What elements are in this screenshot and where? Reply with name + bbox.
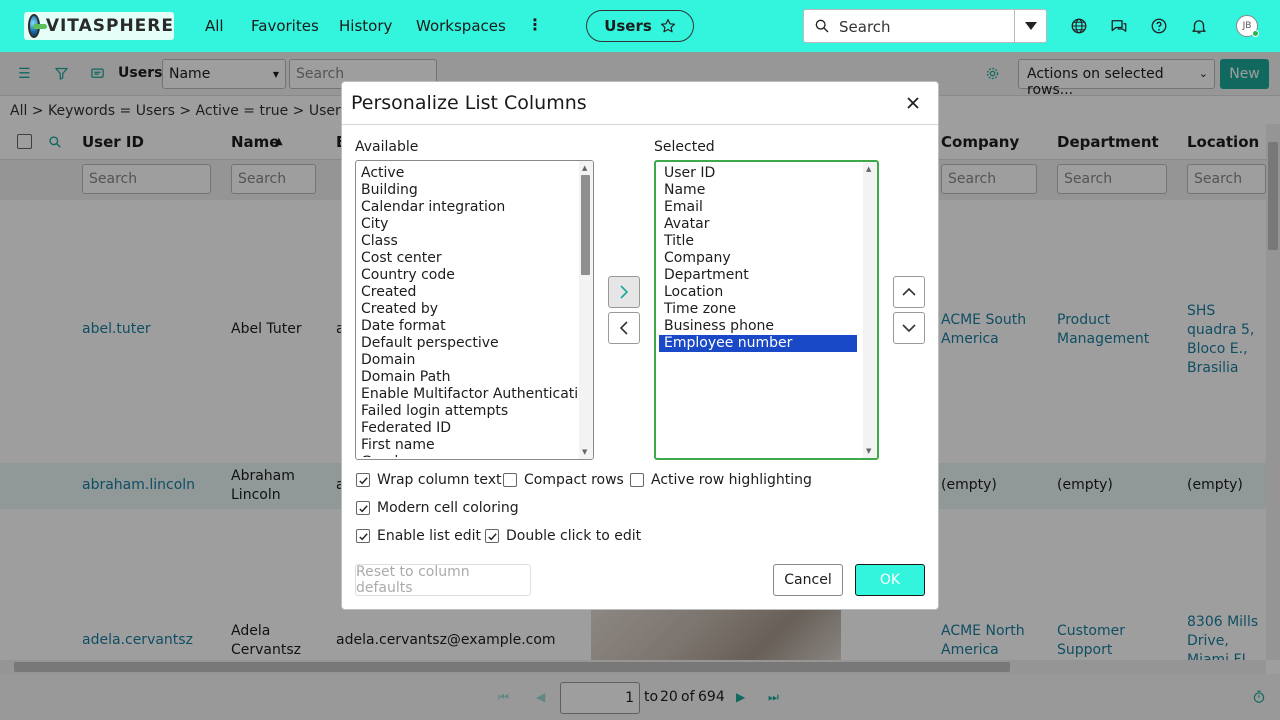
available-option[interactable]: Created by: [356, 301, 577, 318]
wrap-column-text-label[interactable]: Wrap column text: [377, 472, 502, 488]
selected-option[interactable]: Location: [659, 284, 861, 301]
selected-option[interactable]: User ID: [659, 165, 861, 182]
bell-icon[interactable]: [1190, 17, 1208, 35]
available-option[interactable]: Default perspective: [356, 335, 577, 352]
available-option[interactable]: Enable Multifactor Authentication: [356, 386, 593, 403]
compact-rows-checkbox[interactable]: [503, 473, 517, 487]
available-option[interactable]: Class: [356, 233, 577, 250]
available-list-scrollbar[interactable]: ▲ ▼: [579, 161, 593, 459]
chevron-left-icon: [619, 321, 628, 335]
avatar-initials: JB: [1242, 21, 1252, 31]
help-icon[interactable]: [1150, 17, 1168, 35]
global-search[interactable]: Search: [803, 9, 1047, 43]
active-row-highlighting-checkbox[interactable]: [630, 473, 644, 487]
available-columns-list[interactable]: Active Building Calendar integration City Cl…: [355, 160, 594, 460]
available-option[interactable]: Calendar integration: [356, 199, 577, 216]
search-scope-dropdown[interactable]: [1014, 10, 1046, 42]
selected-option[interactable]: Company: [659, 250, 861, 267]
available-option[interactable]: Gender: [356, 454, 577, 457]
available-label: Available: [355, 139, 419, 155]
selected-option[interactable]: Business phone: [659, 318, 861, 335]
nav-history[interactable]: History: [339, 17, 392, 35]
available-list-scroll-thumb[interactable]: [581, 175, 590, 275]
enable-list-edit-label[interactable]: Enable list edit: [377, 528, 481, 544]
available-option[interactable]: Country code: [356, 267, 577, 284]
active-row-highlighting-label[interactable]: Active row highlighting: [651, 472, 812, 488]
star-icon[interactable]: [660, 18, 676, 34]
selected-option[interactable]: Email: [659, 199, 861, 216]
checkmark-icon: [358, 532, 368, 540]
more-menu-icon[interactable]: ⋮: [527, 17, 543, 33]
available-option[interactable]: Failed login attempts: [356, 403, 577, 420]
scroll-down-icon[interactable]: ▼: [582, 448, 587, 456]
cancel-button[interactable]: Cancel: [773, 564, 843, 596]
dialog-title: Personalize List Columns: [351, 92, 587, 114]
selected-option[interactable]: Name: [659, 182, 861, 199]
available-option[interactable]: Building: [356, 182, 577, 199]
scroll-up-icon[interactable]: ▲: [582, 164, 587, 172]
move-right-button[interactable]: [608, 276, 640, 308]
nav-favorites[interactable]: Favorites: [251, 17, 319, 35]
available-option[interactable]: Active: [356, 165, 577, 182]
chevron-down-icon: [902, 324, 916, 333]
globe-icon[interactable]: [1070, 17, 1088, 35]
ok-button[interactable]: OK: [855, 564, 925, 596]
compact-rows-label[interactable]: Compact rows: [524, 472, 624, 488]
available-option[interactable]: Domain Path: [356, 369, 577, 386]
available-option[interactable]: Date format: [356, 318, 577, 335]
ok-label: OK: [879, 572, 901, 588]
scroll-up-icon[interactable]: ▲: [866, 165, 871, 173]
checkmark-icon: [358, 504, 368, 512]
modern-cell-coloring-label[interactable]: Modern cell coloring: [377, 500, 519, 516]
reset-defaults-button[interactable]: Reset to column defaults: [355, 564, 531, 596]
move-left-button[interactable]: [608, 312, 640, 344]
current-module-pill[interactable]: Users: [586, 10, 694, 42]
cancel-label: Cancel: [784, 572, 832, 588]
chevron-right-icon: [620, 285, 629, 299]
selected-option[interactable]: Time zone: [659, 301, 861, 318]
enable-list-edit-checkbox[interactable]: [356, 529, 370, 543]
selected-option[interactable]: Department: [659, 267, 861, 284]
move-up-button[interactable]: [893, 276, 925, 308]
chevron-up-icon: [902, 287, 916, 296]
double-click-to-edit-label[interactable]: Double click to edit: [506, 528, 641, 544]
available-option[interactable]: Domain: [356, 352, 577, 369]
modern-cell-coloring-checkbox[interactable]: [356, 501, 370, 515]
available-option[interactable]: City: [356, 216, 577, 233]
chat-icon[interactable]: [1110, 17, 1128, 35]
wrap-column-text-checkbox[interactable]: [356, 473, 370, 487]
checkmark-icon: [358, 476, 368, 484]
selected-columns-list[interactable]: User ID Name Email Avatar Title Company Depart…: [654, 160, 879, 460]
dialog-divider: [342, 124, 938, 125]
caret-down-icon: [1024, 22, 1037, 30]
selected-label: Selected: [654, 139, 715, 155]
brand-logo[interactable]: VITASPHERE: [24, 12, 174, 40]
reset-defaults-label: Reset to column defaults: [356, 564, 470, 596]
selected-option[interactable]: Employee number: [659, 335, 857, 352]
available-option[interactable]: Federated ID: [356, 420, 577, 437]
current-module-label: Users: [604, 17, 652, 35]
presence-indicator: [1252, 30, 1259, 37]
available-option[interactable]: Created: [356, 284, 577, 301]
selected-list-scrollbar[interactable]: ▲ ▼: [863, 162, 877, 458]
selected-option[interactable]: Avatar: [659, 216, 861, 233]
global-search-label: Search: [839, 18, 891, 36]
scroll-down-icon[interactable]: ▼: [866, 447, 871, 455]
close-icon[interactable]: [903, 93, 923, 113]
available-option[interactable]: First name: [356, 437, 577, 454]
search-icon: [815, 19, 829, 33]
nav-all[interactable]: All: [205, 17, 224, 35]
double-click-to-edit-checkbox[interactable]: [485, 529, 499, 543]
brand-name: VITASPHERE: [45, 16, 174, 36]
available-option[interactable]: Cost center: [356, 250, 577, 267]
logo-globe-icon: [28, 14, 47, 38]
nav-workspaces[interactable]: Workspaces: [416, 17, 506, 35]
move-down-button[interactable]: [893, 312, 925, 344]
selected-option[interactable]: Title: [659, 233, 861, 250]
checkmark-icon: [487, 532, 497, 540]
